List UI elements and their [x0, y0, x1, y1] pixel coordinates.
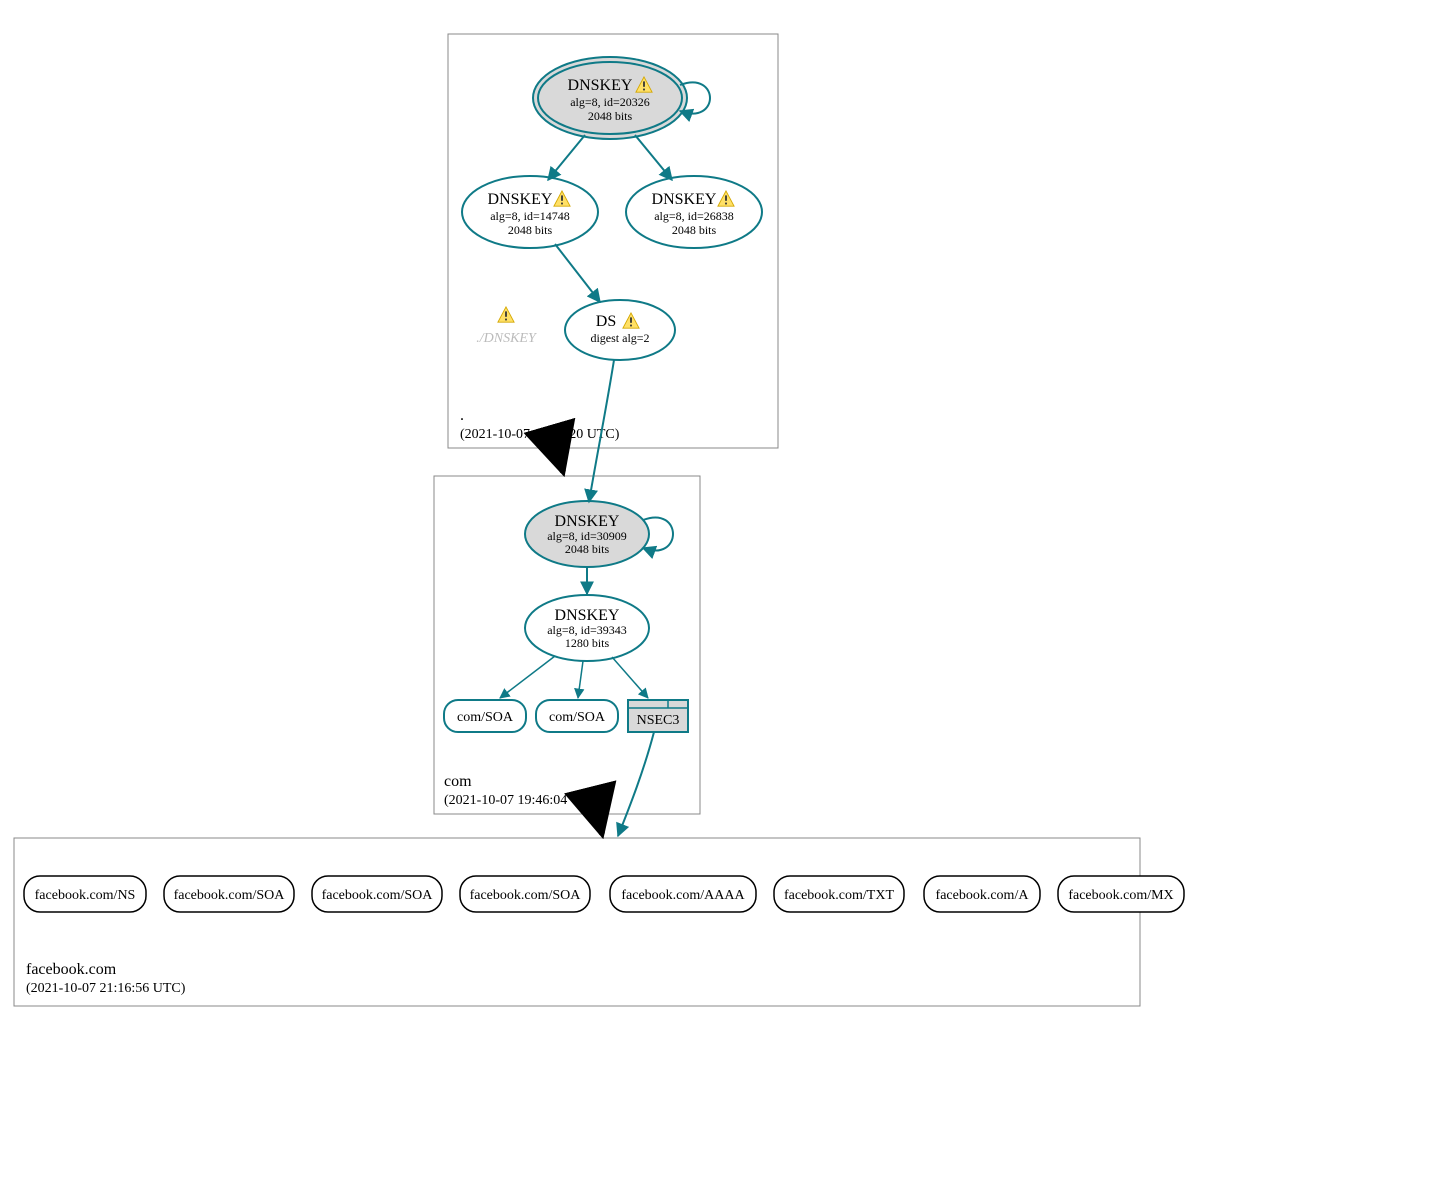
zone-com: com (2021-10-07 19:46:04 UTC) DNSKEY alg…: [434, 476, 700, 814]
svg-text:com/SOA: com/SOA: [549, 710, 606, 725]
node-fb-rec: facebook.com/SOA: [312, 876, 442, 912]
svg-text:NSEC3: NSEC3: [637, 713, 680, 728]
svg-text:facebook.com/MX: facebook.com/MX: [1068, 888, 1173, 903]
svg-text:facebook.com/A: facebook.com/A: [936, 888, 1030, 903]
svg-text:DNSKEY: DNSKEY: [652, 191, 717, 208]
zone-root: . (2021-10-07 18:02:20 UTC) DNSKEY alg=8…: [448, 34, 778, 448]
svg-text:DNSKEY: DNSKEY: [555, 513, 620, 530]
edge: [578, 661, 583, 698]
svg-text:alg=8, id=26838: alg=8, id=26838: [654, 209, 734, 223]
edge: [500, 656, 555, 698]
node-fb-rec: facebook.com/SOA: [164, 876, 294, 912]
node-root-ds: DS digest alg=2: [565, 300, 675, 360]
svg-text:alg=8, id=14748: alg=8, id=14748: [490, 209, 570, 223]
zone-fb-label: facebook.com: [26, 961, 117, 978]
svg-text:DS: DS: [596, 313, 616, 330]
edge-root-to-com: [556, 448, 563, 472]
node-com-nsec3: NSEC3: [628, 700, 688, 732]
zone-com-time: (2021-10-07 19:46:04 UTC): [444, 793, 604, 808]
node-fb-rec: facebook.com/AAAA: [610, 876, 756, 912]
svg-text:2048 bits: 2048 bits: [588, 109, 633, 123]
svg-text:2048 bits: 2048 bits: [508, 223, 553, 237]
node-com-soa2: com/SOA: [536, 700, 618, 732]
dnssec-graph: . (2021-10-07 18:02:20 UTC) DNSKEY alg=8…: [0, 0, 1456, 1194]
node-com-ksk: DNSKEY alg=8, id=30909 2048 bits: [525, 501, 649, 567]
node-com-zsk: DNSKEY alg=8, id=39343 1280 bits: [525, 595, 649, 661]
edge: [635, 135, 672, 180]
svg-text:digest alg=2: digest alg=2: [590, 331, 649, 345]
node-fb-rec: facebook.com/SOA: [460, 876, 590, 912]
edge-com-to-fb: [597, 814, 602, 834]
svg-text:facebook.com/AAAA: facebook.com/AAAA: [621, 888, 745, 903]
svg-text:facebook.com/SOA: facebook.com/SOA: [174, 888, 286, 903]
svg-text:DNSKEY: DNSKEY: [488, 191, 553, 208]
zone-root-time: (2021-10-07 18:02:20 UTC): [460, 427, 620, 442]
svg-text:2048 bits: 2048 bits: [565, 542, 610, 556]
node-fb-rec: facebook.com/MX: [1058, 876, 1184, 912]
svg-text:alg=8, id=20326: alg=8, id=20326: [570, 95, 650, 109]
zone-fb-time: (2021-10-07 21:16:56 UTC): [26, 981, 186, 996]
svg-text:2048 bits: 2048 bits: [672, 223, 717, 237]
node-fb-rec: facebook.com/TXT: [774, 876, 904, 912]
zone-fb: facebook.com (2021-10-07 21:16:56 UTC) f…: [14, 838, 1184, 1006]
warning-icon: [498, 307, 514, 322]
svg-text:alg=8, id=30909: alg=8, id=30909: [547, 529, 627, 543]
node-fb-rec: facebook.com/A: [924, 876, 1040, 912]
node-com-soa1: com/SOA: [444, 700, 526, 732]
edge: [548, 135, 585, 180]
svg-text:1280 bits: 1280 bits: [565, 636, 610, 650]
svg-text:facebook.com/SOA: facebook.com/SOA: [322, 888, 434, 903]
svg-text:com/SOA: com/SOA: [457, 710, 514, 725]
node-root-zsk1: DNSKEY alg=8, id=14748 2048 bits: [462, 176, 598, 248]
svg-text:DNSKEY: DNSKEY: [568, 77, 633, 94]
edge-nsec3-to-fb: [618, 732, 654, 836]
edge: [612, 657, 648, 698]
node-fb-rec: facebook.com/NS: [24, 876, 146, 912]
edge: [555, 244, 600, 302]
zone-root-label: .: [460, 407, 464, 424]
svg-text:facebook.com/TXT: facebook.com/TXT: [784, 888, 894, 903]
svg-text:facebook.com/NS: facebook.com/NS: [35, 888, 136, 903]
node-root-ksk: DNSKEY alg=8, id=20326 2048 bits: [533, 57, 687, 139]
svg-text:facebook.com/SOA: facebook.com/SOA: [470, 888, 582, 903]
svg-text:DNSKEY: DNSKEY: [555, 607, 620, 624]
node-root-zsk2: DNSKEY alg=8, id=26838 2048 bits: [626, 176, 762, 248]
svg-text:alg=8, id=39343: alg=8, id=39343: [547, 623, 627, 637]
node-root-ghost: ./DNSKEY: [476, 307, 538, 346]
zone-com-label: com: [444, 773, 472, 790]
svg-text:./DNSKEY: ./DNSKEY: [476, 331, 538, 346]
